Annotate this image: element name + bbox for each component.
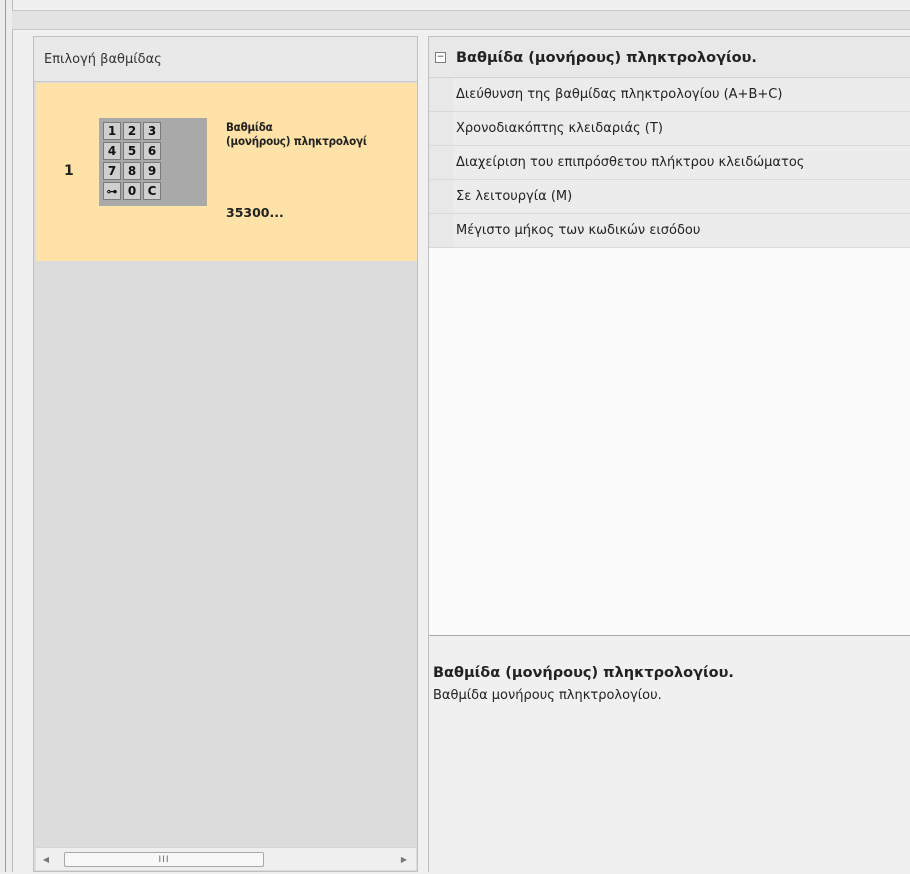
keypad-key: 0 — [123, 182, 141, 200]
property-label: Διαχείριση του επιπρόσθετου πλήκτρου κλε… — [453, 146, 910, 179]
keypad-key: 2 — [123, 122, 141, 140]
keypad-key: C — [143, 182, 161, 200]
stage-name-line2: (μονήρους) πληκτρολογί — [226, 134, 367, 148]
stage-index: 1 — [64, 163, 74, 179]
stage-name-line1: Βαθμίδα — [226, 120, 273, 134]
property-label: Χρονοδιακόπτης κλειδαριάς (T) — [453, 112, 910, 145]
stage-code: 35300... — [226, 205, 284, 220]
keypad-key: 1 — [103, 122, 121, 140]
keypad-key: 8 — [123, 162, 141, 180]
top-toolbar — [12, 10, 910, 30]
description-title: Βαθμίδα (μονήρους) πληκτρολογίου. — [433, 665, 734, 681]
stage-list-item[interactable]: 1 1 2 3 4 5 6 7 8 9 ⊶ 0 C Βαθμίδα (μονήρ… — [36, 83, 417, 261]
description-text: Βαθμίδα μονήρους πληκτρολογίου. — [433, 688, 662, 703]
stage-name: Βαθμίδα (μονήρους) πληκτρολογί — [226, 120, 367, 148]
horizontal-scrollbar[interactable]: ◀ III ▶ — [36, 847, 416, 870]
window-frame-left — [0, 0, 13, 872]
keypad-key: 6 — [143, 142, 161, 160]
stage-selection-panel: Επιλογή βαθμίδας 1 1 2 3 4 5 6 7 8 9 ⊶ 0… — [33, 36, 418, 872]
keypad-key: 5 — [123, 142, 141, 160]
property-row-extra-lock-key[interactable]: Διαχείριση του επιπρόσθετου πλήκτρου κλε… — [429, 146, 910, 180]
property-row-mode[interactable]: Σε λειτουργία (M) — [429, 180, 910, 214]
scrollbar-thumb[interactable]: III — [64, 852, 264, 867]
stage-selection-header: Επιλογή βαθμίδας — [34, 37, 417, 82]
property-grid: − Βαθμίδα (μονήρους) πληκτρολογίου. Διεύ… — [429, 37, 910, 633]
keypad-key: 7 — [103, 162, 121, 180]
property-row-lock-timer[interactable]: Χρονοδιακόπτης κλειδαριάς (T) — [429, 112, 910, 146]
property-row-max-code-length[interactable]: Μέγιστο μήκος των κωδικών εισόδου — [429, 214, 910, 248]
description-panel: Βαθμίδα (μονήρους) πληκτρολογίου. Βαθμίδ… — [429, 635, 910, 874]
scroll-left-arrow-icon[interactable]: ◀ — [38, 850, 54, 868]
property-category-row[interactable]: − Βαθμίδα (μονήρους) πληκτρολογίου. — [429, 37, 910, 78]
property-label: Σε λειτουργία (M) — [453, 180, 910, 213]
property-row-address[interactable]: Διεύθυνση της βαθμίδας πληκτρολογίου (A+… — [429, 78, 910, 112]
keypad-key: 9 — [143, 162, 161, 180]
scroll-right-arrow-icon[interactable]: ▶ — [396, 850, 412, 868]
keypad-module-icon: 1 2 3 4 5 6 7 8 9 ⊶ 0 C — [99, 118, 207, 206]
keypad-key: 4 — [103, 142, 121, 160]
properties-panel: − Βαθμίδα (μονήρους) πληκτρολογίου. Διεύ… — [428, 36, 910, 874]
property-category-label: Βαθμίδα (μονήρους) πληκτρολογίου. — [456, 50, 757, 66]
key-icon: ⊶ — [103, 182, 121, 200]
keypad-key: 3 — [143, 122, 161, 140]
property-label: Διεύθυνση της βαθμίδας πληκτρολογίου (A+… — [453, 78, 910, 111]
collapse-icon[interactable]: − — [435, 52, 446, 63]
property-label: Μέγιστο μήκος των κωδικών εισόδου — [453, 214, 910, 247]
